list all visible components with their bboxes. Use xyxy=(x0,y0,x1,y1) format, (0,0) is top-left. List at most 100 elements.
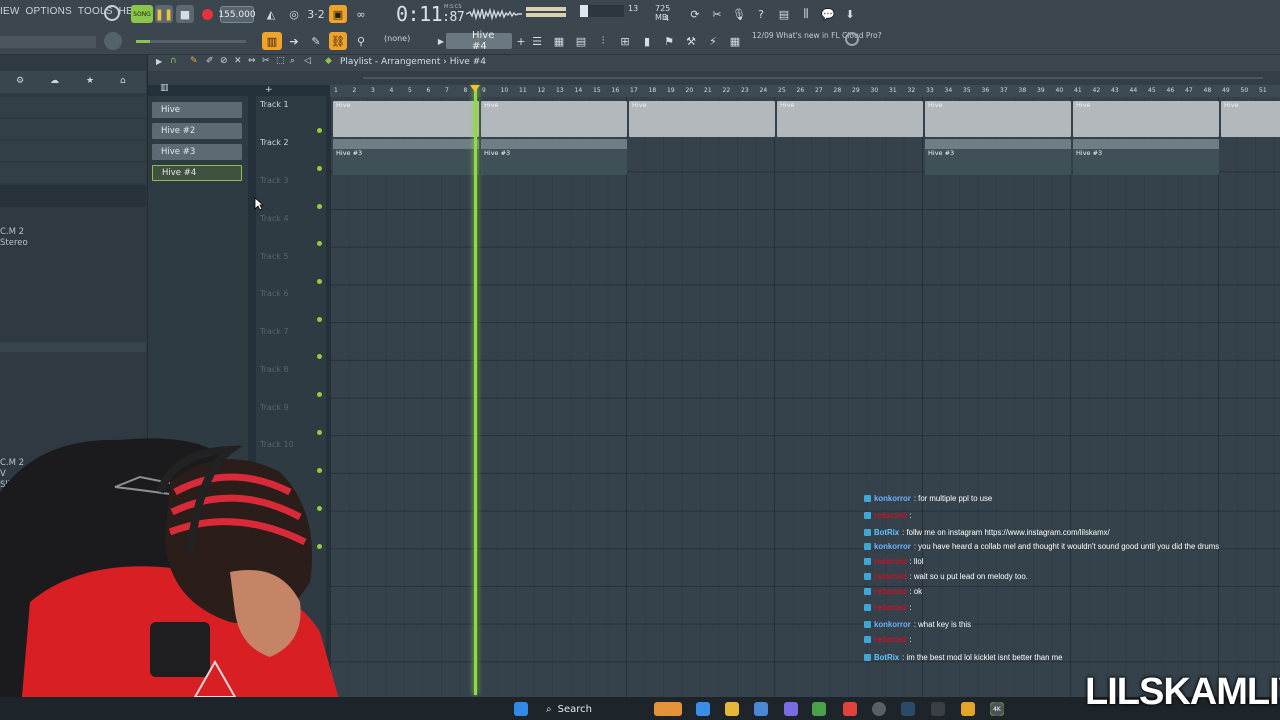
tempo-display[interactable]: 155.000 xyxy=(218,6,256,23)
playlist-clip[interactable]: Hive #3 xyxy=(333,139,479,175)
horizontal-scroll-track[interactable] xyxy=(363,77,1263,79)
mixer-window-icon[interactable]: ⫶ xyxy=(594,32,612,50)
track-mute-dot[interactable] xyxy=(317,204,322,209)
copilot-icon[interactable] xyxy=(696,702,710,716)
magnet-icon[interactable]: ∩ xyxy=(170,56,177,66)
playback-icon[interactable]: ◁ xyxy=(304,56,311,66)
piano-roll-icon[interactable]: ▦ xyxy=(550,32,568,50)
track-mute-dot[interactable] xyxy=(317,279,322,284)
snap-selector[interactable]: (none) xyxy=(384,34,410,43)
store-icon[interactable] xyxy=(754,702,768,716)
playhead[interactable] xyxy=(474,85,477,695)
mute-icon[interactable]: ✕ xyxy=(234,56,242,66)
menu-view[interactable]: IEW xyxy=(0,6,20,17)
plugin-icon[interactable]: ▮ xyxy=(638,32,656,50)
file-explorer-icon[interactable] xyxy=(725,702,739,716)
track-label[interactable]: Track 3 xyxy=(260,176,289,185)
browser-row[interactable] xyxy=(0,119,146,139)
track-mute-dot[interactable] xyxy=(317,166,322,171)
wrench-icon[interactable]: ⚒ xyxy=(682,32,700,50)
song-mode-toggle[interactable]: SONG xyxy=(131,5,153,23)
brave-icon[interactable] xyxy=(843,702,857,716)
refresh-icon[interactable]: ⟳ xyxy=(686,5,704,23)
chat-username[interactable]: redacted xyxy=(874,557,907,566)
track-mute-dot[interactable] xyxy=(317,354,322,359)
chat-username[interactable]: konkorror xyxy=(874,542,911,551)
resolution-badge[interactable]: 4K xyxy=(990,702,1004,716)
delete-icon[interactable]: ⊘ xyxy=(220,56,228,66)
browser-icon[interactable]: ⊞ xyxy=(616,32,634,50)
stop-button[interactable]: ■ xyxy=(176,5,194,23)
master-pitch-knob[interactable] xyxy=(104,32,122,50)
cloud-icon[interactable]: ☁ xyxy=(50,76,59,86)
chat-username[interactable]: redacted xyxy=(874,511,907,520)
playlist-clip[interactable]: Hive xyxy=(333,101,479,137)
pencil-icon[interactable]: ✎ xyxy=(190,56,198,66)
playlist-icon[interactable]: ☰ xyxy=(528,32,546,50)
app-icon[interactable] xyxy=(931,702,945,716)
pause-button[interactable]: ❚❚ xyxy=(155,5,173,23)
taskbar-search[interactable]: ⌕ Search xyxy=(540,700,640,718)
loop-record-icon[interactable]: ∞ xyxy=(352,5,370,23)
track-label[interactable]: Track 6 xyxy=(260,289,289,298)
chat-username[interactable]: BotRix xyxy=(874,528,899,537)
track-mute-dot[interactable] xyxy=(317,317,322,322)
brush-icon[interactable]: ✎ xyxy=(307,32,325,50)
playhead-marker[interactable] xyxy=(470,85,480,92)
plug-icon[interactable]: ⚡ xyxy=(704,32,722,50)
track-label[interactable]: Track 5 xyxy=(260,252,289,261)
widget-icon[interactable] xyxy=(654,702,682,716)
track-mute-dot[interactable] xyxy=(317,392,322,397)
playlist-clip[interactable]: Hive xyxy=(925,101,1071,137)
add-track-icon[interactable]: + xyxy=(265,85,273,95)
chat-username[interactable]: redacted xyxy=(874,572,907,581)
track-mute-dot[interactable] xyxy=(317,241,322,246)
picker-icon[interactable]: ▥ xyxy=(160,83,169,93)
paint-icon[interactable]: ✐ xyxy=(206,56,214,66)
track-label[interactable]: Track 9 xyxy=(260,403,289,412)
browser-row[interactable] xyxy=(0,163,146,183)
pattern-item[interactable]: Hive #2 xyxy=(152,123,242,139)
playlist-clip[interactable]: Hive xyxy=(481,101,627,137)
link-icon[interactable]: ⛓ xyxy=(329,32,347,50)
pin-icon[interactable]: ⚑ xyxy=(660,32,678,50)
pattern-item-selected[interactable]: Hive #4 xyxy=(152,165,242,181)
chat-username[interactable]: redacted xyxy=(874,603,907,612)
track-label[interactable]: Track 8 xyxy=(260,365,289,374)
slip-icon[interactable]: ⇔ xyxy=(248,56,256,66)
blend-notes-icon[interactable]: ▣ xyxy=(329,5,347,23)
track-label[interactable]: Track 7 xyxy=(260,327,289,336)
track-label[interactable]: Track 1 xyxy=(260,100,289,109)
menu-options[interactable]: OPTIONS xyxy=(26,6,72,17)
select-icon[interactable]: ⬚ xyxy=(276,56,285,66)
playlist-clip[interactable]: Hive xyxy=(1221,101,1280,137)
discord-icon[interactable] xyxy=(784,702,798,716)
tools-icon[interactable]: ✂ xyxy=(708,5,726,23)
track-label[interactable]: Track 4 xyxy=(260,214,289,223)
steam-icon[interactable] xyxy=(901,702,915,716)
master-volume-knob[interactable] xyxy=(104,5,120,21)
chat-username[interactable]: BotRix xyxy=(874,653,899,662)
obs-icon[interactable] xyxy=(872,702,886,716)
stamp-icon[interactable]: ⚲ xyxy=(352,32,370,50)
playlist-clip[interactable]: Hive #3 xyxy=(1073,139,1219,175)
account-icon[interactable] xyxy=(845,32,859,46)
arrangement-icon[interactable]: ◆ xyxy=(325,56,332,66)
playlist-menu-icon[interactable]: ▶ xyxy=(156,57,162,66)
browser-row[interactable] xyxy=(0,141,146,161)
playlist-clip[interactable]: Hive #3 xyxy=(925,139,1071,175)
news-icon[interactable]: ▦ xyxy=(726,32,744,50)
star-icon[interactable]: ★ xyxy=(86,76,94,86)
record-button[interactable] xyxy=(198,5,216,23)
news-panel[interactable]: 12/09 What's new in FL Cloud Pro? xyxy=(752,31,882,40)
add-track-icon[interactable] xyxy=(258,75,263,80)
mixer-icon[interactable]: ⫼ xyxy=(797,5,815,23)
save-icon[interactable]: ▤ xyxy=(775,5,793,23)
chat-username[interactable]: redacted xyxy=(874,635,907,644)
settings-icon[interactable]: ⚙ xyxy=(16,76,24,86)
tag-icon[interactable]: ⌂ xyxy=(120,76,126,86)
master-volume-slider[interactable] xyxy=(136,40,246,43)
slice-icon[interactable]: ✂ xyxy=(262,56,270,66)
metronome-icon[interactable]: ◭ xyxy=(262,5,280,23)
wait-icon[interactable]: ◎ xyxy=(285,5,303,23)
